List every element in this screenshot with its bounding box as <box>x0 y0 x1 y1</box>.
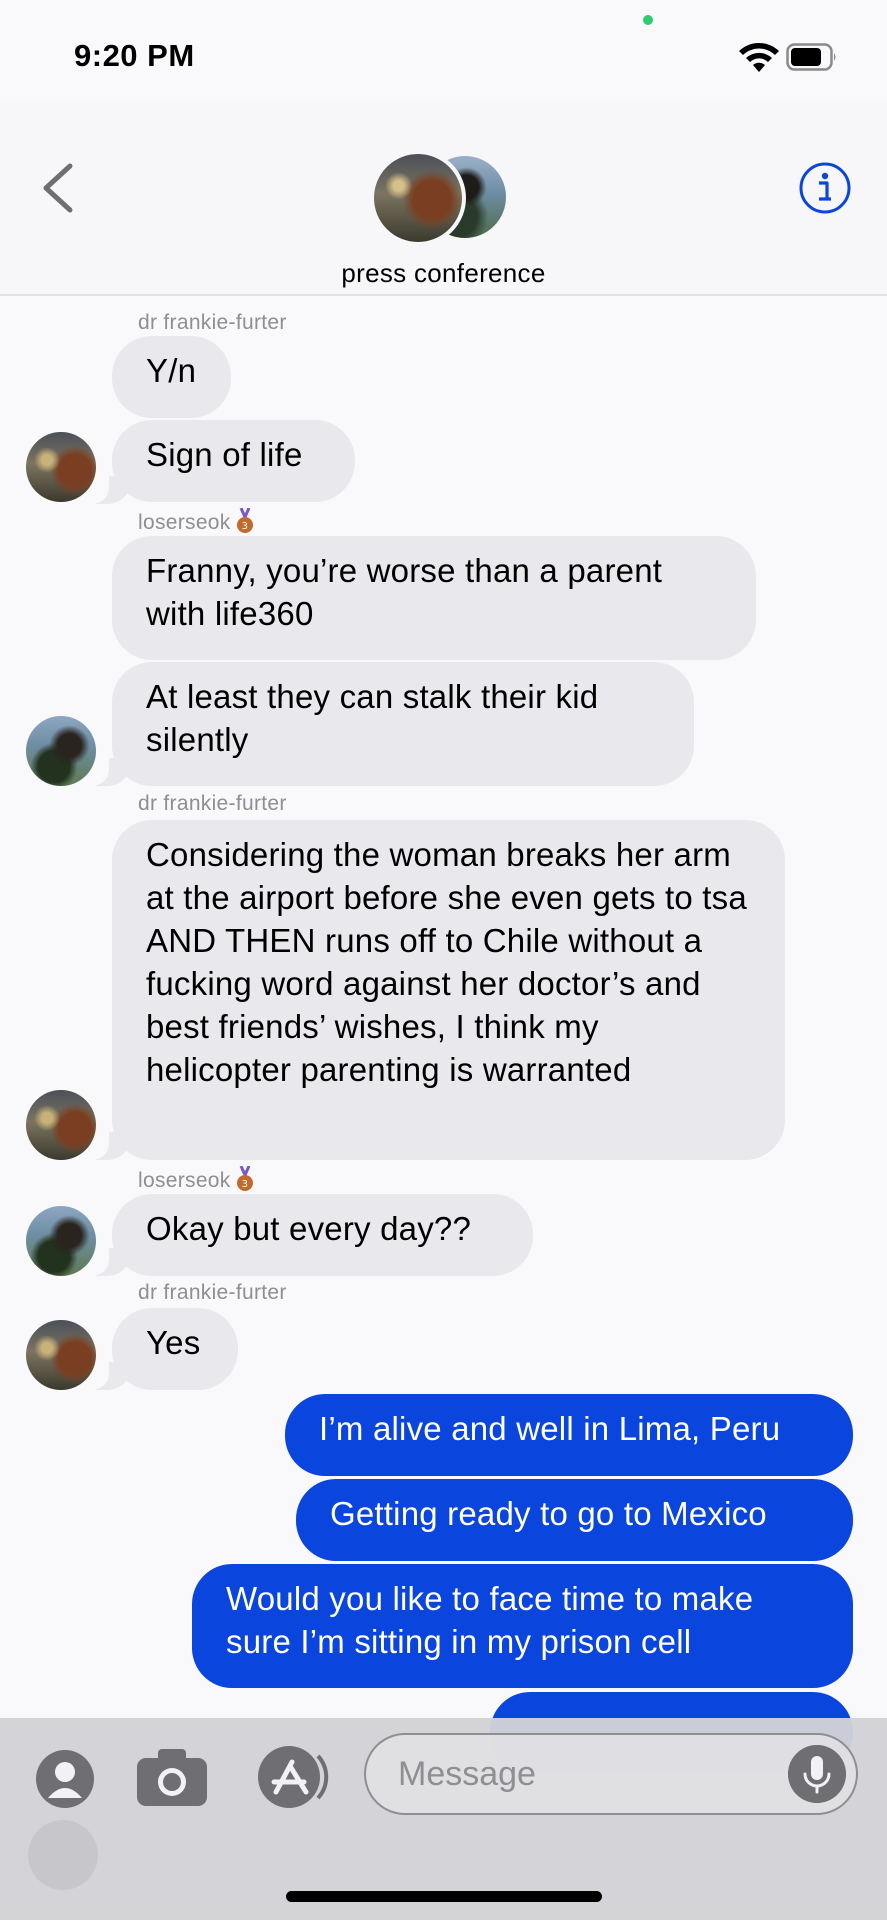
status-bar: 9:20 PM <box>0 0 887 100</box>
message-bubble[interactable]: Okay but every day?? <box>112 1194 533 1276</box>
bubble-tail <box>83 1244 129 1276</box>
message-bubble[interactable]: Yes <box>112 1308 238 1390</box>
bubble-tail <box>83 472 129 504</box>
messages-screen: 9:20 PM press conference dr frankie-furt… <box>0 0 887 1920</box>
avatar[interactable] <box>26 432 96 502</box>
message-bubble[interactable]: Sign of life <box>112 420 355 502</box>
medal-icon: 3 <box>236 508 253 533</box>
message-bubble[interactable]: I’m alive and well in Lima, Peru <box>285 1394 853 1476</box>
message-bubble[interactable]: Y/n <box>112 336 231 418</box>
info-icon[interactable] <box>798 161 852 215</box>
status-time: 9:20 PM <box>74 38 195 73</box>
sender-label: loserseok <box>138 1169 231 1192</box>
message-bubble[interactable]: Franny, you’re worse than a parent with … <box>112 536 756 660</box>
avatar <box>370 150 466 246</box>
app-store-icon[interactable] <box>252 1744 332 1810</box>
bubble-tail <box>83 754 129 786</box>
avatar[interactable] <box>26 1320 96 1390</box>
message-input-placeholder: Message <box>398 1755 536 1793</box>
blurred-avatar <box>28 1820 98 1890</box>
svg-text:3: 3 <box>241 521 248 532</box>
avatar[interactable] <box>26 1090 96 1160</box>
sender-label: loserseok <box>138 511 231 534</box>
wifi-icon <box>739 43 779 72</box>
battery-icon <box>786 43 836 71</box>
message-bubble[interactable]: Getting ready to go to Mexico <box>296 1479 853 1561</box>
message-bubble[interactable]: Considering the woman breaks her arm at … <box>112 820 785 1160</box>
svg-text:3: 3 <box>241 1179 248 1190</box>
sender-name: loserseok 3 <box>138 508 255 535</box>
sender-name: loserseok 3 <box>138 1166 255 1193</box>
camera-icon[interactable] <box>134 1746 210 1810</box>
message-bubble[interactable]: Would you like to face time to make sure… <box>192 1564 853 1688</box>
avatar[interactable] <box>26 716 96 786</box>
camera-indicator-icon <box>643 15 653 25</box>
group-avatars[interactable] <box>370 150 520 250</box>
bubble-tail <box>83 1128 129 1160</box>
message-bubble[interactable]: At least they can stalk their kid silent… <box>112 662 694 786</box>
bubble-tail <box>83 1358 129 1390</box>
microphone-icon[interactable] <box>788 1745 846 1803</box>
sender-name: dr frankie-furter <box>138 1281 287 1304</box>
sender-name: dr frankie-furter <box>138 792 287 815</box>
home-indicator[interactable] <box>286 1891 602 1902</box>
back-chevron-icon[interactable] <box>38 160 78 216</box>
sender-name: dr frankie-furter <box>138 311 287 334</box>
avatar[interactable] <box>26 1206 96 1276</box>
memoji-icon[interactable] <box>34 1748 96 1810</box>
group-name[interactable]: press conference <box>0 258 887 289</box>
medal-icon: 3 <box>236 1166 253 1191</box>
